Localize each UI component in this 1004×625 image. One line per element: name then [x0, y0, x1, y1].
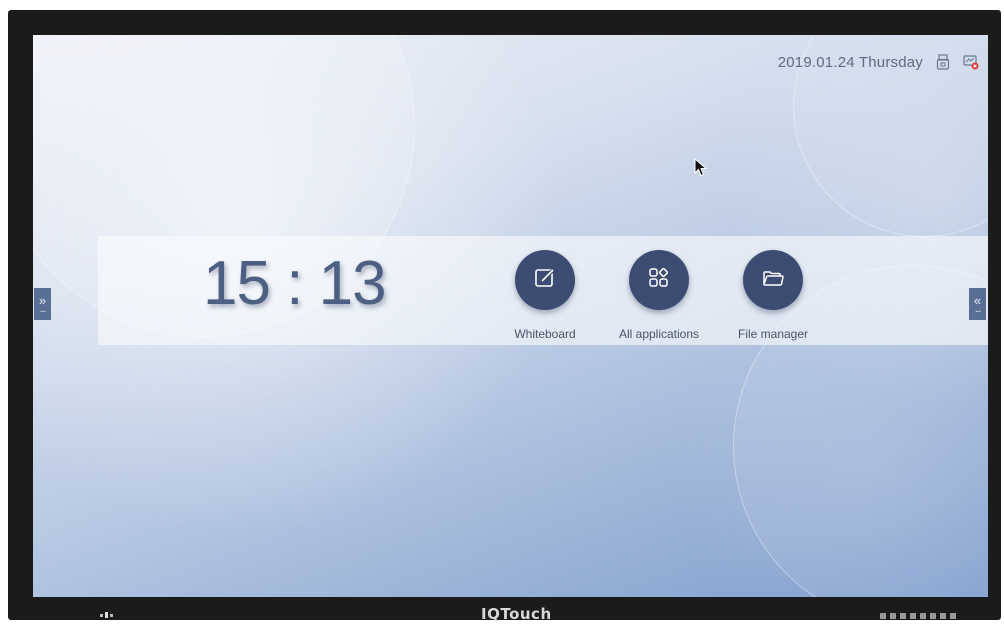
more-dots-icon: ... [974, 303, 981, 315]
brand-logo: IQTouch [481, 605, 552, 623]
status-bar: 2019.01.24 Thursday [778, 51, 979, 73]
front-panel-buttons-icon [100, 612, 113, 618]
left-sidebar-toggle[interactable]: » ... [34, 288, 51, 320]
right-sidebar-toggle[interactable]: « ... [969, 288, 986, 320]
apps-grid-icon [647, 266, 671, 295]
usb-drive-icon[interactable] [935, 54, 951, 70]
app-label-whiteboard: Whiteboard [514, 327, 576, 341]
more-dots-icon: ... [39, 303, 46, 315]
whiteboard-button[interactable] [515, 250, 575, 310]
edit-square-icon [533, 266, 557, 295]
app-file-manager[interactable]: File manager [713, 250, 833, 341]
file-manager-button[interactable] [743, 250, 803, 310]
app-whiteboard[interactable]: Whiteboard [485, 250, 605, 341]
all-applications-button[interactable] [629, 250, 689, 310]
app-all-applications[interactable]: All applications [599, 250, 719, 341]
front-panel-ports [880, 613, 960, 619]
network-disconnected-icon[interactable] [963, 54, 979, 70]
app-label-file-manager: File manager [737, 327, 809, 341]
app-label-all-applications: All applications [618, 327, 700, 341]
folder-icon [761, 266, 785, 295]
date-display: 2019.01.24 Thursday [777, 53, 923, 71]
mouse-cursor-icon [694, 158, 708, 177]
clock-display: 15 : 13 [203, 249, 387, 318]
